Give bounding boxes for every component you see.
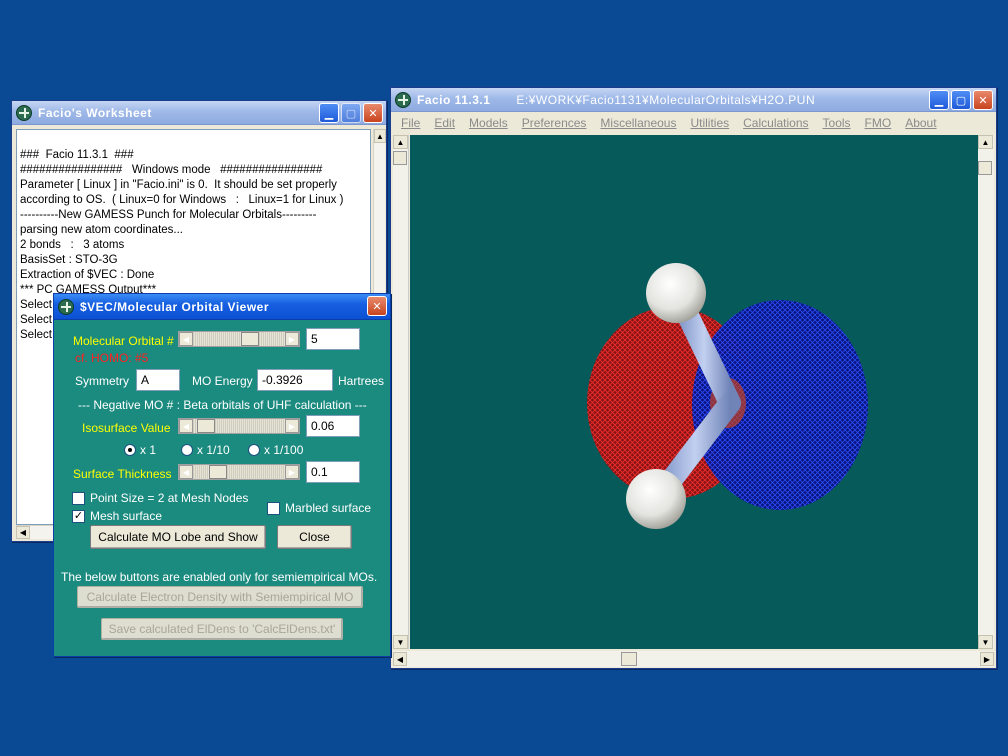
homo-label: cf. HOMO: #5 [75, 351, 149, 365]
facio-app-icon [395, 91, 411, 108]
close-button[interactable]: ✕ [973, 90, 993, 110]
bottom-hscroll[interactable]: ◀ ▶ [393, 651, 994, 667]
calculate-density-button[interactable]: Calculate Electron Density with Semiempi… [77, 586, 363, 608]
slider-right-arrow-icon[interactable]: ▶ [285, 419, 299, 433]
scroll-up-arrow-icon[interactable]: ▲ [374, 129, 386, 143]
scale-x1-100-radio[interactable] [248, 444, 260, 456]
log-line: ### Facio 11.3.1 ### [20, 149, 134, 161]
close-button[interactable]: ✕ [363, 103, 383, 123]
log-line: Extraction of $VEC : Done [20, 269, 155, 281]
scroll-up-arrow-icon[interactable]: ▲ [393, 135, 408, 149]
menu-calculations[interactable]: Calculations [743, 116, 808, 130]
energy-unit-label: Hartrees [338, 374, 385, 388]
slider-right-arrow-icon[interactable]: ▶ [285, 465, 299, 479]
symmetry-label: Symmetry [75, 374, 129, 388]
mesh-surface-label: Mesh surface [90, 509, 163, 523]
mo-viewer-titlebar[interactable]: $VEC/Molecular Orbital Viewer ✕ [54, 294, 390, 320]
worksheet-titlebar[interactable]: Facio's Worksheet ▁ ▢ ✕ [12, 101, 386, 125]
worksheet-title: Facio's Worksheet [38, 105, 152, 120]
marbled-surface-label: Marbled surface [285, 501, 372, 515]
scroll-thumb[interactable] [978, 161, 992, 175]
isosurface-field[interactable]: 0.06 [306, 415, 360, 437]
main-title-app: Facio 11.3.1 [417, 92, 491, 107]
minimize-button[interactable]: ▁ [929, 90, 949, 110]
point-size-checkbox[interactable] [72, 492, 85, 505]
molecule-viewport[interactable] [410, 135, 978, 649]
menu-edit[interactable]: Edit [434, 116, 455, 130]
right-vscroll[interactable]: ▲ ▼ [978, 135, 994, 649]
thickness-label: Surface Thickness [73, 467, 172, 481]
scale-x1-10-label: x 1/10 [197, 443, 230, 457]
save-density-button[interactable]: Save calculated ElDens to 'CalcElDens.tx… [101, 618, 343, 640]
mo-number-field[interactable]: 5 [306, 328, 360, 350]
menu-utilities[interactable]: Utilities [690, 116, 729, 130]
slider-left-arrow-icon[interactable]: ◀ [179, 465, 193, 479]
symmetry-field[interactable]: A [136, 369, 180, 391]
hydrogen-atom-upper [646, 263, 706, 323]
scroll-right-arrow-icon[interactable]: ▶ [980, 652, 994, 666]
scroll-thumb[interactable] [621, 652, 637, 666]
log-line: parsing new atom coordinates... [20, 224, 184, 236]
maximize-button[interactable]: ▢ [951, 90, 971, 110]
mo-viewer-title: $VEC/Molecular Orbital Viewer [80, 299, 270, 314]
slider-right-arrow-icon[interactable]: ▶ [285, 332, 299, 346]
scale-x1-100-label: x 1/100 [264, 443, 304, 457]
molecule-render [587, 263, 868, 529]
facio-app-icon [16, 104, 32, 121]
isosurface-slider[interactable]: ◀ ▶ [178, 418, 300, 434]
thickness-slider[interactable]: ◀ ▶ [178, 464, 300, 480]
close-button[interactable]: ✕ [367, 296, 387, 316]
negative-mo-note: --- Negative MO # : Beta orbitals of UHF… [78, 398, 367, 412]
slider-thumb[interactable] [209, 465, 227, 479]
scroll-down-arrow-icon[interactable]: ▼ [978, 635, 993, 649]
menu-fmo[interactable]: FMO [865, 116, 892, 130]
log-line: ################ Windows mode ##########… [20, 164, 323, 176]
calculate-mo-lobe-button[interactable]: Calculate MO Lobe and Show [90, 525, 266, 549]
log-line: according to OS. ( Linux=0 for Windows :… [20, 194, 344, 206]
semiempirical-note: The below buttons are enabled only for s… [61, 570, 378, 584]
close-dialog-button[interactable]: Close [277, 525, 352, 549]
slider-thumb[interactable] [241, 332, 259, 346]
thickness-field[interactable]: 0.1 [306, 461, 360, 483]
main-titlebar[interactable]: Facio 11.3.1 E:¥WORK¥Facio1131¥Molecular… [391, 88, 996, 112]
main-title-path: E:¥WORK¥Facio1131¥MolecularOrbitals¥H2O.… [516, 92, 816, 107]
log-line: 2 bonds : 3 atoms [20, 239, 125, 251]
scale-x1-10-radio[interactable] [181, 444, 193, 456]
scroll-down-arrow-icon[interactable]: ▼ [393, 635, 408, 649]
left-vscroll[interactable]: ▲ ▼ [393, 135, 409, 649]
scale-x1-radio[interactable] [124, 444, 136, 456]
slider-left-arrow-icon[interactable]: ◀ [179, 419, 193, 433]
mo-number-label: Molecular Orbital # [73, 334, 174, 348]
log-line: BasisSet : STO-3G [20, 254, 118, 266]
mo-viewer-dialog: $VEC/Molecular Orbital Viewer ✕ Molecula… [53, 293, 391, 657]
menu-preferences[interactable]: Preferences [522, 116, 587, 130]
isosurface-label: Isosurface Value [82, 421, 171, 435]
menu-miscellaneous[interactable]: Miscellaneous [600, 116, 676, 130]
menu-file[interactable]: File [401, 116, 420, 130]
menu-bar: File Edit Models Preferences Miscellaneo… [391, 112, 996, 134]
mo-number-slider[interactable]: ◀ ▶ [178, 331, 300, 347]
scroll-left-arrow-icon[interactable]: ◀ [16, 526, 30, 539]
menu-tools[interactable]: Tools [823, 116, 851, 130]
slider-thumb[interactable] [197, 419, 215, 433]
hydrogen-atom-lower [626, 469, 686, 529]
facio-app-icon [58, 298, 74, 315]
scroll-left-arrow-icon[interactable]: ◀ [393, 652, 407, 666]
mesh-surface-checkbox[interactable]: ✓ [72, 510, 85, 523]
maximize-button: ▢ [341, 103, 361, 123]
scale-x1-label: x 1 [140, 443, 157, 457]
scroll-up-arrow-icon[interactable]: ▲ [978, 135, 993, 149]
marbled-surface-checkbox[interactable] [267, 502, 280, 515]
scroll-thumb[interactable] [393, 151, 407, 165]
mo-energy-label: MO Energy [192, 374, 253, 388]
slider-left-arrow-icon[interactable]: ◀ [179, 332, 193, 346]
minimize-button[interactable]: ▁ [319, 103, 339, 123]
menu-about[interactable]: About [905, 116, 936, 130]
menu-models[interactable]: Models [469, 116, 508, 130]
mo-energy-field[interactable]: -0.3926 [257, 369, 333, 391]
log-line: ----------New GAMESS Punch for Molecular… [20, 209, 317, 221]
facio-main-window: Facio 11.3.1 E:¥WORK¥Facio1131¥Molecular… [390, 87, 997, 669]
point-size-label: Point Size = 2 at Mesh Nodes [90, 491, 249, 505]
log-line: Parameter [ Linux ] in "Facio.ini" is 0.… [20, 179, 337, 191]
